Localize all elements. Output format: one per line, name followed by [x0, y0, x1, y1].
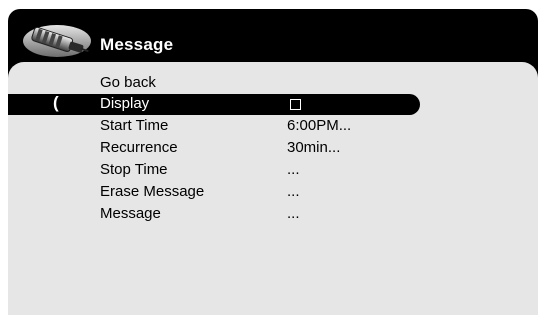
menu-item-value: ... [287, 161, 300, 178]
menu-item-value: 6:00PM... [287, 117, 352, 134]
menu-item-value: ... [287, 205, 300, 222]
menu-item-display[interactable]: ( Display [8, 93, 538, 115]
menu-item-label: Erase Message [100, 183, 205, 200]
menu-item-label: Recurrence [100, 139, 178, 156]
menu-item-label: Go back [100, 74, 156, 91]
menu-item-value: ... [287, 183, 300, 200]
menu-item-label: Start Time [100, 117, 169, 134]
page-title: Message [100, 35, 174, 54]
menu-item-label: Display [100, 95, 150, 112]
menu-item-label: Message [100, 205, 161, 222]
menu-window: Message Go back ( Display Start Time 6:0… [8, 9, 538, 315]
menu-item-erase-message[interactable]: Erase Message ... [8, 182, 538, 203]
menu-item-start-time[interactable]: Start Time 6:00PM... [8, 116, 538, 137]
menu-item-value: 30min... [287, 139, 341, 156]
menu-item-go-back[interactable]: Go back [8, 73, 538, 94]
menu-panel: Go back ( Display Start Time 6:00PM... R… [8, 62, 538, 315]
menu-item-message[interactable]: Message ... [8, 204, 538, 225]
remote-control-icon [23, 25, 91, 57]
selection-cursor: ( [53, 93, 59, 112]
display-checkbox[interactable] [290, 99, 301, 110]
menu-item-recurrence[interactable]: Recurrence 30min... [8, 138, 538, 159]
selection-highlight [8, 94, 420, 115]
menu-item-label: Stop Time [100, 161, 168, 178]
menu-item-stop-time[interactable]: Stop Time ... [8, 160, 538, 181]
